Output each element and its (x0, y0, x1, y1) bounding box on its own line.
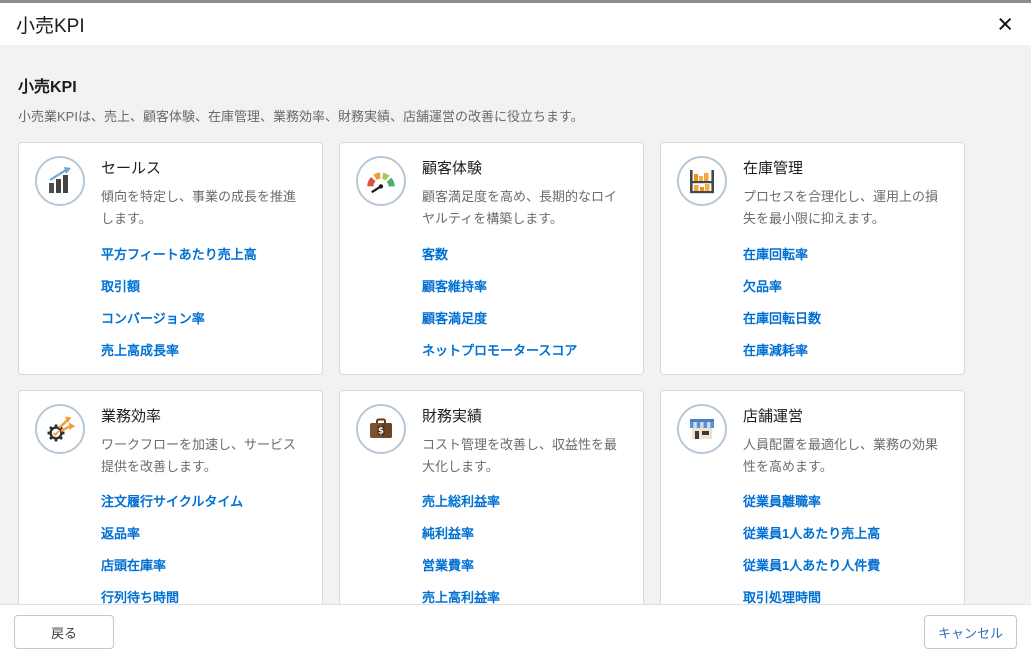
bar-chart-growth-icon (35, 156, 85, 206)
kpi-link[interactable]: 返品率 (101, 523, 306, 542)
kpi-link[interactable]: 売上総利益率 (422, 491, 627, 510)
category-title: 財務実績 (422, 405, 627, 426)
category-card-satisfaction-gauge: 顧客体験 顧客満足度を高め、長期的なロイヤルティを構築します。 客数顧客維持率顧… (339, 142, 644, 375)
category-content: 在庫管理 プロセスを合理化し、運用上の損失を最小限に抑えます。 在庫回転率欠品率… (743, 156, 948, 361)
kpi-link[interactable]: ネットプロモータースコア (422, 340, 627, 359)
section-description: 小売業KPIは、売上、顧客体験、在庫管理、業務効率、財務実績、店舗運営の改善に役… (18, 106, 1013, 125)
kpi-link[interactable]: 売上高成長率 (101, 340, 306, 359)
kpi-link-list: 売上総利益率純利益率営業費率売上高利益率 (422, 491, 627, 606)
kpi-link[interactable]: 在庫減耗率 (743, 340, 948, 359)
category-description: コスト管理を改善し、収益性を最大化します。 (422, 434, 627, 479)
kpi-link[interactable]: 従業員1人あたり人件費 (743, 555, 948, 574)
kpi-link-list: 従業員離職率従業員1人あたり売上高従業員1人あたり人件費取引処理時間 (743, 491, 948, 606)
kpi-link[interactable]: 取引額 (101, 276, 306, 295)
kpi-link-list: 在庫回転率欠品率在庫回転日数在庫減耗率 (743, 244, 948, 359)
kpi-link[interactable]: コンバージョン率 (101, 308, 306, 327)
kpi-link[interactable]: 純利益率 (422, 523, 627, 542)
gear-arrows-icon (35, 404, 85, 454)
briefcase-dollar-icon: $ (356, 404, 406, 454)
category-title: 業務効率 (101, 405, 306, 426)
category-card-storefront: 店舗運営 人員配置を最適化し、業務の効果性を高めます。 従業員離職率従業員1人あ… (660, 390, 965, 623)
kpi-link[interactable]: 顧客満足度 (422, 308, 627, 327)
category-content: 顧客体験 顧客満足度を高め、長期的なロイヤルティを構築します。 客数顧客維持率顧… (422, 156, 627, 361)
svg-text:$: $ (378, 426, 384, 436)
kpi-grid: セールス 傾向を特定し、事業の成長を推進します。 平方フィートあたり売上高取引額… (18, 142, 1013, 622)
dialog-title: 小売KPI (16, 11, 85, 38)
category-card-briefcase-dollar: $ 財務実績 コスト管理を改善し、収益性を最大化します。 売上総利益率純利益率営… (339, 390, 644, 623)
kpi-link[interactable]: 平方フィートあたり売上高 (101, 244, 306, 263)
category-content: 財務実績 コスト管理を改善し、収益性を最大化します。 売上総利益率純利益率営業費… (422, 404, 627, 609)
kpi-link[interactable]: 欠品率 (743, 276, 948, 295)
category-content: 店舗運営 人員配置を最適化し、業務の効果性を高めます。 従業員離職率従業員1人あ… (743, 404, 948, 609)
kpi-link[interactable]: 営業費率 (422, 555, 627, 574)
kpi-link-list: 注文履行サイクルタイム返品率店頭在庫率行列待ち時間 (101, 491, 306, 606)
category-description: 顧客満足度を高め、長期的なロイヤルティを構築します。 (422, 186, 627, 231)
kpi-link[interactable]: 従業員離職率 (743, 491, 948, 510)
kpi-link-list: 平方フィートあたり売上高取引額コンバージョン率売上高成長率 (101, 244, 306, 359)
section-heading: 小売KPI (18, 73, 1013, 97)
storefront-icon (677, 404, 727, 454)
category-card-gear-arrows: 業務効率 ワークフローを加速し、サービス提供を改善します。 注文履行サイクルタイ… (18, 390, 323, 623)
kpi-link[interactable]: 客数 (422, 244, 627, 263)
dialog-body: 小売KPI 小売業KPIは、売上、顧客体験、在庫管理、業務効率、財務実績、店舗運… (0, 45, 1031, 638)
category-title: セールス (101, 157, 306, 178)
category-title: 顧客体験 (422, 157, 627, 178)
kpi-link[interactable]: 注文履行サイクルタイム (101, 491, 306, 510)
category-card-warehouse-shelf: 在庫管理 プロセスを合理化し、運用上の損失を最小限に抑えます。 在庫回転率欠品率… (660, 142, 965, 375)
close-icon: × (997, 9, 1013, 39)
kpi-link[interactable]: 在庫回転日数 (743, 308, 948, 327)
kpi-link[interactable]: 在庫回転率 (743, 244, 948, 263)
category-title: 在庫管理 (743, 157, 948, 178)
dialog-header: 小売KPI × (0, 3, 1031, 45)
cancel-button[interactable]: キャンセル (924, 615, 1017, 649)
kpi-link[interactable]: 顧客維持率 (422, 276, 627, 295)
close-button[interactable]: × (995, 11, 1015, 38)
category-description: ワークフローを加速し、サービス提供を改善します。 (101, 434, 306, 479)
back-button[interactable]: 戻る (14, 615, 114, 649)
kpi-link[interactable]: 店頭在庫率 (101, 555, 306, 574)
category-description: 傾向を特定し、事業の成長を推進します。 (101, 186, 306, 231)
kpi-link-list: 客数顧客維持率顧客満足度ネットプロモータースコア (422, 244, 627, 359)
category-description: プロセスを合理化し、運用上の損失を最小限に抑えます。 (743, 186, 948, 231)
category-title: 店舗運営 (743, 405, 948, 426)
category-content: 業務効率 ワークフローを加速し、サービス提供を改善します。 注文履行サイクルタイ… (101, 404, 306, 609)
satisfaction-gauge-icon (356, 156, 406, 206)
dialog-footer: 戻る キャンセル (0, 604, 1031, 659)
warehouse-shelf-icon (677, 156, 727, 206)
category-card-bar-chart-growth: セールス 傾向を特定し、事業の成長を推進します。 平方フィートあたり売上高取引額… (18, 142, 323, 375)
category-description: 人員配置を最適化し、業務の効果性を高めます。 (743, 434, 948, 479)
kpi-link[interactable]: 従業員1人あたり売上高 (743, 523, 948, 542)
category-content: セールス 傾向を特定し、事業の成長を推進します。 平方フィートあたり売上高取引額… (101, 156, 306, 361)
